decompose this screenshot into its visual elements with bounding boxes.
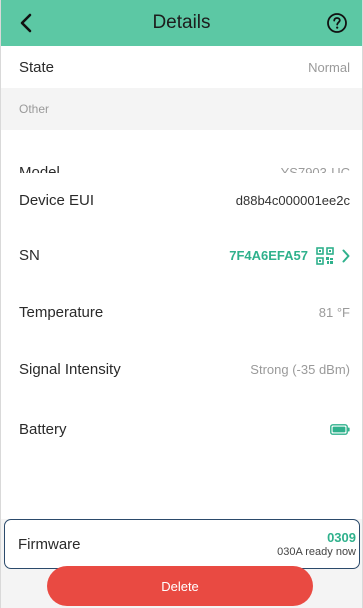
state-value: Normal bbox=[308, 59, 350, 75]
page-title: Details bbox=[152, 12, 211, 33]
device-eui-label: Device EUI bbox=[19, 191, 95, 209]
firmware-row[interactable]: Firmware 0309 030A ready now bbox=[4, 519, 360, 569]
section-label-other: Other bbox=[19, 102, 50, 116]
header-bar: Details bbox=[1, 0, 362, 46]
chevron-left-icon bbox=[20, 13, 32, 33]
state-row: State Normal bbox=[1, 46, 362, 88]
qr-code-icon[interactable] bbox=[316, 246, 334, 265]
sn-value-group[interactable]: 7F4A6EFA57 bbox=[229, 246, 350, 265]
battery-row: Battery bbox=[1, 397, 362, 461]
firmware-update-note: 030A ready now bbox=[277, 545, 356, 558]
help-circle-icon bbox=[327, 13, 347, 33]
sn-value: 7F4A6EFA57 bbox=[229, 248, 308, 263]
sn-label: SN bbox=[19, 247, 40, 264]
temperature-value: 81 °F bbox=[318, 305, 350, 320]
battery-label: Battery bbox=[19, 420, 67, 438]
chevron-right-icon bbox=[342, 249, 350, 262]
device-eui-value: d88b4c000001ee2c bbox=[235, 192, 350, 208]
firmware-version: 0309 bbox=[327, 529, 356, 545]
battery-full-icon bbox=[330, 423, 350, 435]
firmware-label: Firmware bbox=[18, 535, 81, 553]
signal-value: Strong (-35 dBm) bbox=[250, 361, 350, 377]
delete-button[interactable]: Delete bbox=[47, 566, 313, 606]
firmware-spacer-row bbox=[1, 461, 362, 519]
device-eui-row: Device EUI d88b4c000001ee2c bbox=[1, 173, 362, 227]
signal-row: Signal Intensity Strong (-35 dBm) bbox=[1, 341, 362, 397]
state-label: State bbox=[19, 58, 55, 76]
signal-label: Signal Intensity bbox=[19, 360, 121, 378]
temperature-label: Temperature bbox=[19, 304, 104, 321]
temperature-row: Temperature 81 °F bbox=[1, 284, 362, 341]
back-button[interactable] bbox=[13, 10, 39, 36]
firmware-value-group: 0309 030A ready now bbox=[277, 530, 356, 559]
section-header-other: Other bbox=[1, 88, 362, 130]
help-button[interactable] bbox=[326, 12, 348, 34]
device-details-screen: Details State Normal Other Model YS7903-… bbox=[0, 0, 363, 608]
sn-row[interactable]: SN 7F4A6EFA57 bbox=[1, 227, 362, 284]
